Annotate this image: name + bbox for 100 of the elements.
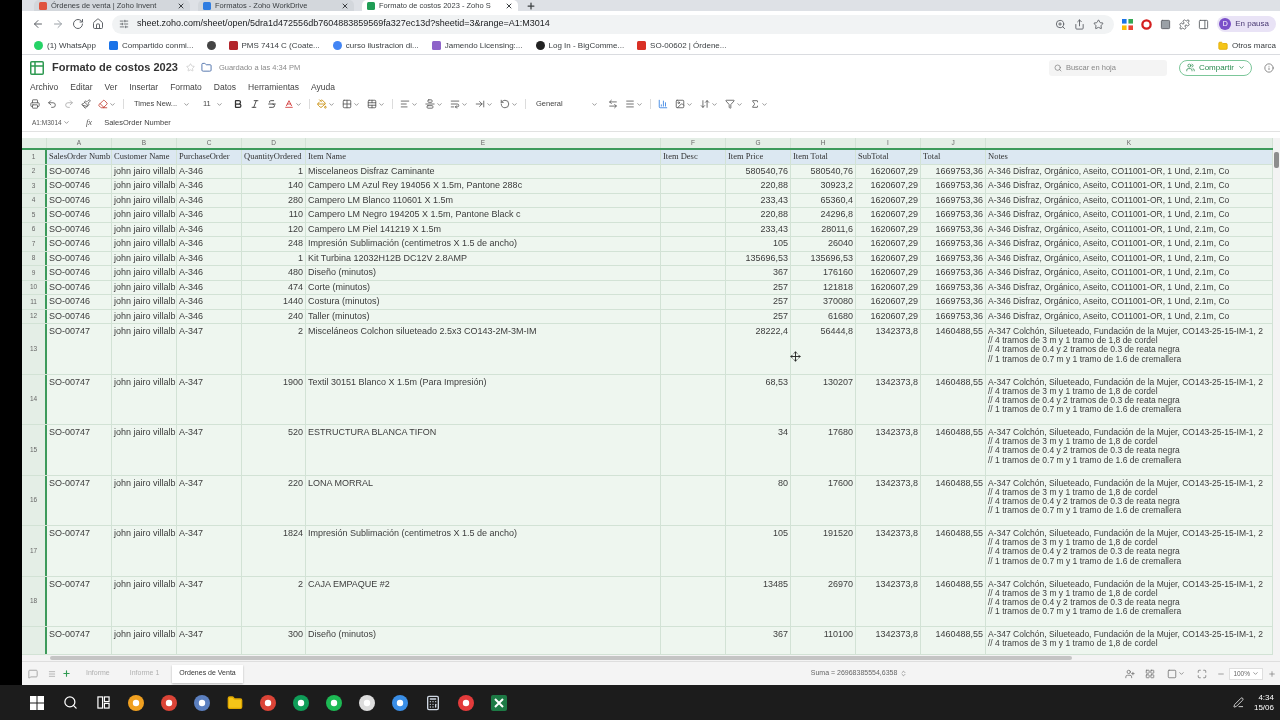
merge-cells-icon[interactable] [367,99,377,109]
back-icon[interactable] [32,18,44,30]
strikethrough-icon[interactable] [267,99,277,109]
x-tile-icon[interactable] [491,694,507,711]
vertical-scrollbar[interactable] [1273,138,1280,655]
bookmark-link[interactable]: Compartido conmi... [108,39,194,52]
bold-icon[interactable] [233,99,243,109]
star-icon[interactable] [1093,18,1105,30]
calculator-icon[interactable] [425,694,441,711]
windows-logo-icon[interactable] [30,695,44,710]
caret-icon[interactable] [736,100,743,108]
eraser-icon[interactable] [98,99,108,109]
circle-app-icon[interactable] [128,694,144,711]
ring-icon[interactable] [1141,18,1153,30]
caret-icon[interactable] [511,100,518,108]
caret-icon[interactable] [378,100,385,108]
menu-item[interactable]: Editar [70,80,93,94]
bookmark-link[interactable]: Log In - BigComme... [535,39,625,52]
menu-item[interactable]: Archivo [30,80,59,94]
circle-app-icon[interactable] [458,694,474,711]
grid-icon[interactable] [1145,668,1156,679]
paint-bucket-icon[interactable] [317,99,327,109]
bookmark-link[interactable]: PMS 7414 C (Coate... [228,39,320,52]
caret-icon[interactable] [636,100,643,108]
site-icon[interactable] [206,41,216,50]
menu-item[interactable]: Formato [170,80,202,94]
caret-icon[interactable] [436,100,443,108]
caret-icon[interactable] [295,100,302,108]
zoom-in-icon[interactable] [1268,669,1276,678]
search-icon[interactable] [63,695,78,710]
extension-icon[interactable] [1122,18,1134,30]
chart-icon[interactable] [658,99,668,109]
caret-icon[interactable] [353,100,360,108]
puzzle-icon[interactable] [1179,18,1191,30]
sidebar-icon[interactable] [1198,18,1210,30]
share-button[interactable]: Compartir [1178,59,1252,76]
new-tab-icon[interactable] [526,0,536,11]
menu-item[interactable]: Insertar [129,80,159,94]
sort-icon[interactable] [700,99,710,109]
close-icon[interactable] [505,1,513,10]
caret-icon[interactable] [411,100,418,108]
close-icon[interactable] [341,1,349,10]
share-icon[interactable] [1074,18,1086,30]
add-sheet-icon[interactable] [62,669,71,678]
chat-icon[interactable] [28,668,38,679]
caret-icon[interactable] [328,100,335,108]
undo-icon[interactable] [47,99,57,109]
folder-icon[interactable] [227,694,243,711]
reload-icon[interactable] [72,18,84,30]
bookmark-folder[interactable]: Otros marca [1218,39,1276,52]
address-bar[interactable]: sheet.zoho.com/sheet/open/5dra1d472556db7604883859569fa327ec13d?sheetid=3&range=A1:M3014 [112,14,1115,34]
arrows-icon[interactable] [608,99,618,109]
borders-icon[interactable] [342,99,352,109]
sigma-icon[interactable] [750,99,760,109]
redo-icon[interactable] [64,99,74,109]
caret-icon[interactable] [711,100,718,108]
forward-icon[interactable] [52,18,64,30]
vertical-align-icon[interactable] [425,99,435,109]
close-icon[interactable] [177,1,185,10]
caret-icon[interactable] [591,100,598,108]
printer-icon[interactable] [30,99,40,109]
home-icon[interactable] [92,18,104,30]
text-color-icon[interactable] [284,99,294,109]
lines-icon[interactable] [625,99,635,109]
menu-item[interactable]: Herramientas [248,80,300,94]
caret-icon[interactable] [1252,670,1259,677]
circle-app-icon[interactable] [161,694,177,711]
caret-icon[interactable] [109,100,116,108]
square-icon[interactable] [1167,668,1178,679]
function-label[interactable]: fx [86,116,93,129]
circle-app-icon[interactable] [326,694,342,711]
italic-icon[interactable] [250,99,260,109]
clock-date[interactable]: 15/06 [1253,702,1274,713]
image-icon[interactable] [675,99,685,109]
square-icon[interactable] [1160,18,1172,30]
caret-icon[interactable] [686,100,693,108]
circle-app-icon[interactable] [194,694,210,711]
bookmark-link[interactable]: SO-00602 | Órdene... [637,39,727,52]
filter-icon[interactable] [725,99,735,109]
caret-icon[interactable] [1178,670,1186,677]
rotate-icon[interactable] [500,99,510,109]
scrollbar-thumb[interactable] [1274,152,1279,168]
circle-app-icon[interactable] [260,694,276,711]
caret-icon[interactable] [63,119,70,126]
horizontal-scrollbar[interactable] [22,655,1280,661]
clock-time[interactable]: 4:34 [1258,692,1274,703]
menu-item[interactable]: Ver [104,80,118,94]
bookmark-link[interactable]: Jamendo Licensing:... [431,39,523,52]
row-header[interactable] [22,627,47,654]
indent-icon[interactable] [475,99,485,109]
add-person-icon[interactable] [1125,668,1136,679]
caret-icon[interactable] [1238,64,1245,71]
sliders-icon[interactable] [119,19,129,29]
expand-icon[interactable] [1197,668,1208,679]
menu-item[interactable]: Ayuda [311,80,335,94]
menu-item[interactable]: Datos [213,80,237,94]
bookmark-link[interactable]: curso ilustracion di... [332,39,419,52]
wrap-text-icon[interactable] [450,99,460,109]
caret-icon[interactable] [761,100,768,108]
info-icon[interactable] [1264,62,1274,73]
